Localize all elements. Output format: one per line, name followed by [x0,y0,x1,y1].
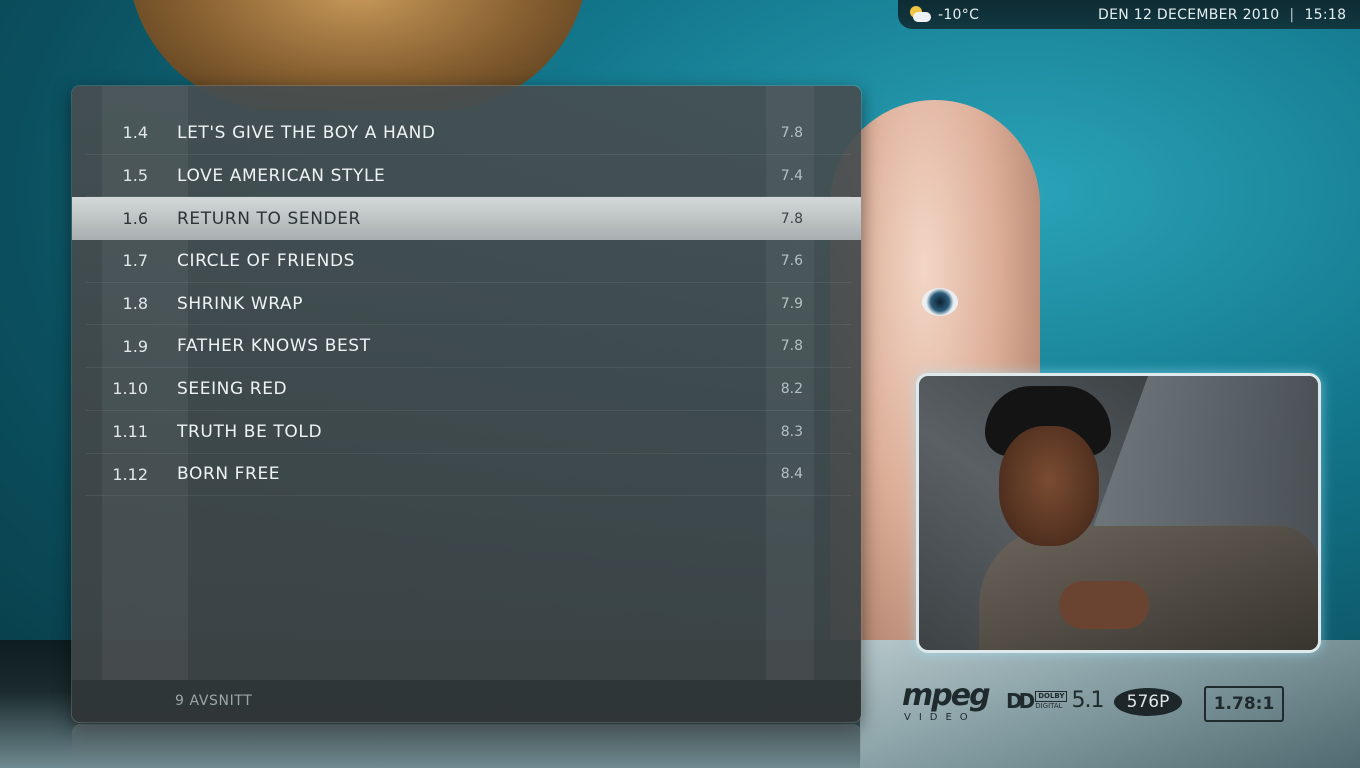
episode-rating: 8.4 [780,466,803,483]
episode-number: 1.8 [122,294,148,314]
episode-row[interactable]: 1.8 SHRINK WRAP 7.9 [86,283,851,326]
episode-number: 1.5 [122,166,148,186]
date-label: DEN 12 DECEMBER 2010 [1098,6,1280,23]
background-fanart-eye [922,288,958,316]
dolby-sub: DIGITAL [1035,701,1063,710]
aspect-ratio-badge: 1.78:1 [1204,686,1284,722]
episode-list: 1.4 LET'S GIVE THE BOY A HAND 7.8 1.5 LOVE A… [72,112,861,497]
episode-rating: 7.8 [780,210,803,227]
clock: 15:18 [1304,6,1347,23]
episode-row[interactable]: 1.5 LOVE AMERICAN STYLE 7.4 [86,155,851,198]
episode-title: LET'S GIVE THE BOY A HAND [177,122,436,143]
episode-title: SEEING RED [177,378,288,399]
resolution-badge: 576P [1114,688,1182,716]
episode-number: 1.6 [122,209,148,229]
episode-number: 1.10 [112,379,148,399]
episode-row[interactable]: 1.12 BORN FREE 8.4 [86,454,851,497]
episode-title: LOVE AMERICAN STYLE [177,165,386,186]
episode-list-panel: 1.4 LET'S GIVE THE BOY A HAND 7.8 1.5 LOVE A… [72,86,861,722]
episode-number: 1.11 [112,422,148,442]
partly-cloudy-icon [908,5,932,24]
episode-rating: 8.2 [780,380,803,397]
dolby-logo: DD DOLBY DIGITAL 5.1 [1006,688,1104,713]
episode-title: BORN FREE [177,464,281,485]
episode-title: RETURN TO SENDER [177,208,361,229]
temperature: -10°C [938,6,980,23]
episode-row[interactable]: 1.10 SEEING RED 8.2 [86,368,851,411]
codec-sub-label: VIDEO [904,712,976,723]
episode-title: TRUTH BE TOLD [177,421,323,442]
episode-title: CIRCLE OF FRIENDS [177,250,356,271]
episode-count: 9 AVSNITT [175,693,253,709]
episode-thumbnail [916,373,1321,653]
episode-row[interactable]: 1.7 CIRCLE OF FRIENDS 7.6 [86,240,851,283]
dolby-brand: DOLBY [1035,690,1068,702]
episode-rating: 7.6 [780,252,803,269]
codec-logo: mpeg [902,678,991,713]
episode-number: 1.12 [112,464,148,484]
panel-reflection [72,724,861,768]
episode-row[interactable]: 1.9 FATHER KNOWS BEST 7.8 [86,325,851,369]
episode-title: SHRINK WRAP [177,293,304,314]
episode-number: 1.9 [122,336,148,356]
episode-rating: 8.3 [780,423,803,440]
episode-rating: 7.8 [780,124,803,141]
status-bar: -10°C DEN 12 DECEMBER 2010 | 15:18 [898,0,1360,29]
episode-row[interactable]: 1.4 LET'S GIVE THE BOY A HAND 7.8 [86,112,851,155]
episode-row-selected[interactable]: 1.6 RETURN TO SENDER 7.8 [72,197,861,241]
episode-row[interactable]: 1.11 TRUTH BE TOLD 8.3 [86,411,851,454]
episode-rating: 7.4 [780,167,803,184]
dolby-double-d-icon: DD [1006,688,1035,713]
episode-rating: 7.9 [780,295,803,312]
list-footer: 9 AVSNITT [72,680,861,722]
episode-rating: 7.8 [780,338,803,355]
episode-title: FATHER KNOWS BEST [177,336,371,357]
episode-number: 1.7 [122,251,148,271]
separator: | [1289,6,1295,23]
episode-number: 1.4 [122,123,148,143]
audio-channels: 5.1 [1071,688,1104,713]
